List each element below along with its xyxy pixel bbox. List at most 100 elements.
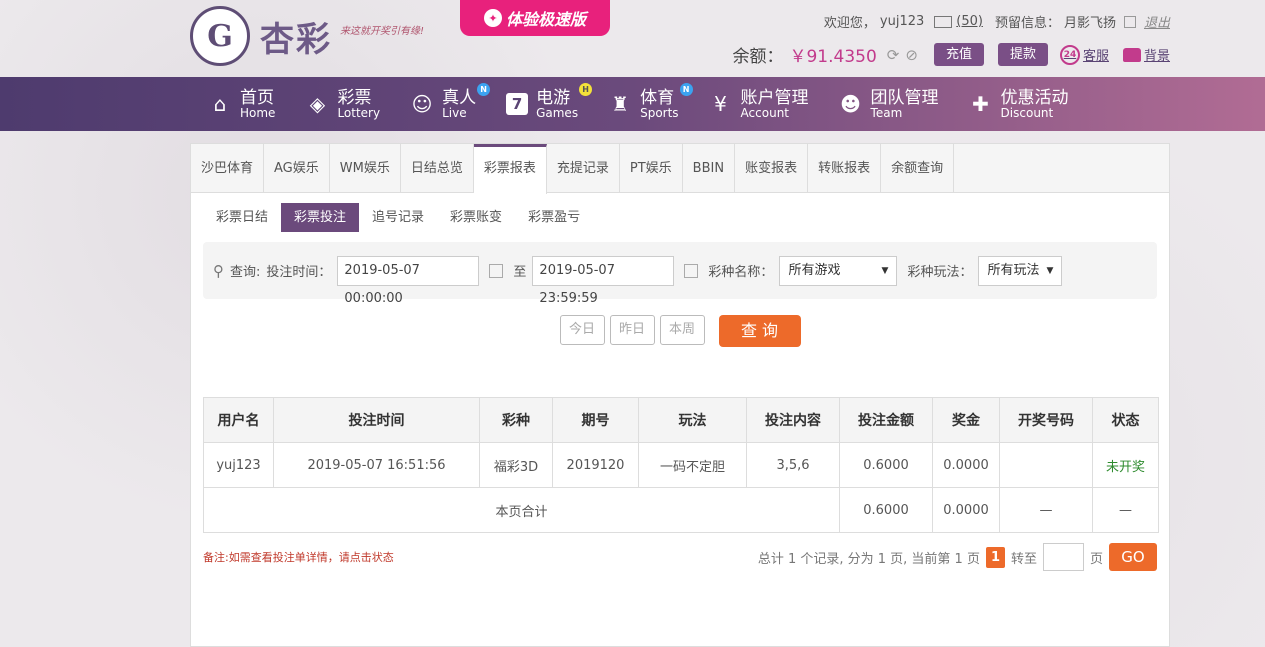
- play-select-value: 所有玩法: [987, 262, 1040, 278]
- service-link[interactable]: 24 客服: [1059, 44, 1109, 65]
- tab-wm[interactable]: WM娱乐: [330, 144, 401, 193]
- game-select[interactable]: 所有游戏 ▼: [779, 255, 898, 286]
- play-select[interactable]: 所有玩法 ▼: [978, 255, 1063, 286]
- nav-label-cn: 真人: [442, 87, 477, 108]
- mail-count[interactable]: (50): [956, 14, 983, 29]
- nav-label-cn: 体育: [640, 87, 675, 108]
- logo-mark-icon: G: [190, 6, 250, 66]
- cell-bonus: 0.0000: [932, 442, 1000, 488]
- report-subtabs: 彩票日结 彩票投注 追号记录 彩票账变 彩票盈亏: [191, 193, 1169, 232]
- tab-account-change[interactable]: 账变报表: [735, 144, 809, 193]
- logo-slogan: 来这就开奖引有缘!: [340, 25, 425, 37]
- summary-label: 本页合计: [203, 487, 840, 533]
- bets-table: 用户名 投注时间 彩种 期号 玩法 投注内容 投注金额 奖金 开奖号码 状态 y…: [203, 397, 1159, 533]
- logo[interactable]: G 杏彩 来这就开奖引有缘!: [190, 6, 424, 66]
- calendar-icon[interactable]: [489, 263, 504, 278]
- tab-daily-overview[interactable]: 日结总览: [401, 144, 474, 193]
- hide-eye-icon[interactable]: ⊘: [905, 46, 918, 64]
- nav-label-en: Account: [740, 105, 789, 120]
- cell-bet-time: 2019-05-07 16:51:56: [273, 442, 480, 488]
- dropdown-arrow-icon: ▼: [881, 265, 889, 276]
- username: yuj123: [879, 14, 925, 29]
- calendar-icon[interactable]: [684, 263, 699, 278]
- promo-button[interactable]: ✦ 体验极速版: [460, 0, 610, 36]
- cell-play: 一码不定胆: [638, 442, 747, 488]
- quick-date-row: 今日 昨日 本周 查 询: [191, 315, 1169, 347]
- time-label: 投注时间：: [266, 265, 332, 280]
- nav-badge: N: [477, 83, 491, 96]
- summary-status: —: [1092, 487, 1159, 533]
- end-time-input[interactable]: 2019-05-07 23:59:59: [532, 255, 675, 306]
- ticket-icon: ◈: [309, 92, 326, 116]
- customer-service-icon: 24: [1059, 44, 1080, 65]
- pagination: 总计 1 个记录, 分为 1 页, 当前第 1 页 1 转至 页 GO: [758, 543, 1157, 571]
- cell-amount: 0.6000: [839, 442, 933, 488]
- subtab-lottery-pnl[interactable]: 彩票盈亏: [515, 203, 593, 232]
- yesterday-button[interactable]: 昨日: [609, 315, 655, 345]
- nav-label-cn: 电游: [536, 87, 571, 108]
- mail-icon[interactable]: [934, 15, 953, 28]
- main-nav: ⌂ 首页 Home ◈ 彩票 Lottery ☺ 真人 Live N 7 电游 Game…: [0, 77, 1265, 131]
- go-button[interactable]: GO: [1109, 543, 1157, 571]
- nav-live[interactable]: ☺ 真人 Live N: [410, 77, 491, 131]
- page-input[interactable]: [1042, 543, 1084, 571]
- report-tabs: 沙巴体育 AG娱乐 WM娱乐 日结总览 彩票报表 充提记录 PT娱乐 BBIN …: [191, 144, 1169, 194]
- search-button[interactable]: 查 询: [718, 315, 801, 347]
- nav-account[interactable]: ¥ 账户管理 Account: [709, 77, 808, 131]
- current-page[interactable]: 1: [985, 546, 1005, 568]
- to-label: 至: [513, 265, 527, 280]
- nav-lottery[interactable]: ◈ 彩票 Lottery: [305, 77, 380, 131]
- tab-transfer[interactable]: 转账报表: [808, 144, 882, 193]
- nav-discount[interactable]: ✚ 优惠活动 Discount: [969, 77, 1069, 131]
- status-link[interactable]: 未开奖: [1092, 442, 1159, 488]
- cell-draw-number: [999, 442, 1093, 488]
- tab-deposit-withdraw[interactable]: 充提记录: [547, 144, 620, 193]
- nav-team[interactable]: ☻ 团队管理 Team: [839, 77, 938, 131]
- background-label: 背景: [1143, 49, 1170, 64]
- nav-home[interactable]: ⌂ 首页 Home: [208, 77, 276, 131]
- nav-label-cn: 优惠活动: [1000, 87, 1069, 108]
- search-icon: ⚲: [213, 261, 224, 280]
- goto-label: 转至: [1010, 551, 1037, 567]
- nav-label-en: Home: [240, 105, 276, 120]
- refresh-icon[interactable]: ⟳: [887, 46, 900, 64]
- tab-lottery-report[interactable]: 彩票报表: [473, 144, 547, 194]
- note-text: 备注:如需查看投注单详情，请点击状态: [203, 551, 394, 564]
- nav-badge: H: [579, 83, 593, 96]
- today-button[interactable]: 今日: [559, 315, 605, 345]
- subtab-lottery-daily[interactable]: 彩票日结: [203, 203, 281, 232]
- nav-games[interactable]: 7 电游 Games H: [506, 77, 593, 131]
- reserve-value: 月影飞扬: [1063, 16, 1116, 31]
- summary-draw: —: [999, 487, 1093, 533]
- subtab-chase-records[interactable]: 追号记录: [359, 203, 437, 232]
- promo-icon: ✦: [483, 9, 502, 27]
- nav-label-en: Live: [442, 105, 467, 120]
- dropdown-arrow-icon: ▼: [1046, 265, 1054, 276]
- background-link[interactable]: 背景: [1122, 45, 1170, 64]
- cell-username: yuj123: [203, 442, 274, 488]
- nav-label-en: Lottery: [337, 105, 381, 120]
- subtab-lottery-bets[interactable]: 彩票投注: [281, 203, 360, 232]
- service-label: 客服: [1082, 49, 1109, 64]
- tab-bbin[interactable]: BBIN: [683, 144, 736, 193]
- summary-amount: 0.6000: [839, 487, 933, 533]
- cell-game: 福彩3D: [479, 442, 553, 488]
- this-week-button[interactable]: 本周: [659, 315, 705, 345]
- logout-link[interactable]: 退出: [1144, 12, 1170, 31]
- start-time-input[interactable]: 2019-05-07 00:00:00: [337, 255, 480, 306]
- tab-ag[interactable]: AG娱乐: [264, 144, 330, 193]
- user-info-row: 欢迎您， yuj123 (50) 预留信息： 月影飞扬 退出: [824, 12, 1170, 31]
- nav-sports[interactable]: ♜ 体育 Sports N: [608, 77, 693, 131]
- col-bonus: 奖金: [932, 397, 1000, 443]
- game-label: 彩种名称：: [708, 265, 774, 280]
- tab-pt[interactable]: PT娱乐: [620, 144, 683, 193]
- table-row: yuj123 2019-05-07 16:51:56 福彩3D 2019120 …: [203, 442, 1159, 488]
- recharge-button[interactable]: 充值: [933, 43, 984, 66]
- tab-saba-sports[interactable]: 沙巴体育: [191, 144, 265, 193]
- tab-balance-query[interactable]: 余额查询: [881, 144, 955, 193]
- withdraw-button[interactable]: 提款: [997, 43, 1048, 66]
- col-status: 状态: [1092, 397, 1159, 443]
- nav-label-en: Games: [536, 105, 579, 120]
- subtab-lottery-changes[interactable]: 彩票账变: [437, 203, 515, 232]
- edit-icon[interactable]: [1123, 15, 1136, 28]
